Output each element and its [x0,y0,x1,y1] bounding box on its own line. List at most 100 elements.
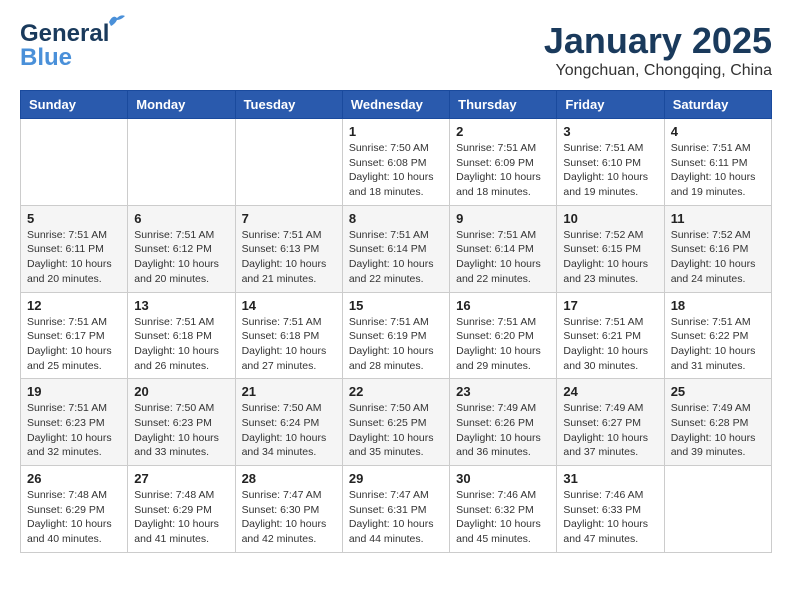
day-info: Sunrise: 7:46 AMSunset: 6:32 PMDaylight:… [456,488,550,547]
weekday-header-friday: Friday [557,91,664,119]
day-number: 23 [456,384,550,399]
weekday-header-sunday: Sunday [21,91,128,119]
day-info: Sunrise: 7:51 AMSunset: 6:21 PMDaylight:… [563,315,657,374]
calendar-week-row: 1Sunrise: 7:50 AMSunset: 6:08 PMDaylight… [21,119,772,206]
weekday-header-row: SundayMondayTuesdayWednesdayThursdayFrid… [21,91,772,119]
day-info: Sunrise: 7:46 AMSunset: 6:33 PMDaylight:… [563,488,657,547]
location: Yongchuan, Chongqing, China [544,62,772,80]
month-title: January 2025 [544,20,772,62]
weekday-header-monday: Monday [128,91,235,119]
calendar-day-20: 20 Sunrise: 7:50 AMSunset: 6:23 PMDayligh… [128,379,235,466]
calendar-day-28: 28Sunrise: 7:47 AMSunset: 6:30 PMDayligh… [235,466,342,553]
calendar-day-6: 6 Sunrise: 7:51 AMSunset: 6:12 PMDaylight… [128,205,235,292]
page-header: General Blue January 2025 Yongchuan, Cho… [20,20,772,80]
calendar-day-11: 11 Sunrise: 7:52 AMSunset: 6:16 PMDayligh… [664,205,771,292]
day-number: 11 [671,211,765,226]
calendar-day-4: 4 Sunrise: 7:51 AMSunset: 6:11 PMDaylight… [664,119,771,206]
day-info: Sunrise: 7:51 AMSunset: 6:19 PMDaylight:… [349,315,443,374]
day-info: Sunrise: 7:51 AMSunset: 6:22 PMDaylight:… [671,315,765,374]
day-number: 16 [456,298,550,313]
calendar-day-17: 17 Sunrise: 7:51 AMSunset: 6:21 PMDayligh… [557,292,664,379]
calendar-day-8: 8 Sunrise: 7:51 AMSunset: 6:14 PMDaylight… [342,205,449,292]
calendar-week-row: 19Sunrise: 7:51 AMSunset: 6:23 PMDayligh… [21,379,772,466]
calendar-day-15: 15 Sunrise: 7:51 AMSunset: 6:19 PMDayligh… [342,292,449,379]
calendar-day-23: 23Sunrise: 7:49 AMSunset: 6:26 PMDayligh… [450,379,557,466]
day-number: 26 [27,471,121,486]
day-number: 21 [242,384,336,399]
calendar-day-9: 9 Sunrise: 7:51 AMSunset: 6:14 PMDaylight… [450,205,557,292]
calendar-day-3: 3 Sunrise: 7:51 AMSunset: 6:10 PMDaylight… [557,119,664,206]
calendar-empty-cell [21,119,128,206]
day-number: 12 [27,298,121,313]
day-info: Sunrise: 7:52 AMSunset: 6:16 PMDaylight:… [671,228,765,287]
calendar-day-21: 21Sunrise: 7:50 AMSunset: 6:24 PMDayligh… [235,379,342,466]
day-number: 15 [349,298,443,313]
calendar-day-25: 25Sunrise: 7:49 AMSunset: 6:28 PMDayligh… [664,379,771,466]
calendar-day-7: 7 Sunrise: 7:51 AMSunset: 6:13 PMDaylight… [235,205,342,292]
calendar-day-31: 31 Sunrise: 7:46 AMSunset: 6:33 PMDayligh… [557,466,664,553]
day-number: 9 [456,211,550,226]
day-number: 24 [563,384,657,399]
day-info: Sunrise: 7:48 AMSunset: 6:29 PMDaylight:… [134,488,228,547]
calendar-week-row: 5 Sunrise: 7:51 AMSunset: 6:11 PMDaylight… [21,205,772,292]
weekday-header-tuesday: Tuesday [235,91,342,119]
day-number: 13 [134,298,228,313]
day-number: 22 [349,384,443,399]
day-info: Sunrise: 7:51 AMSunset: 6:12 PMDaylight:… [134,228,228,287]
weekday-header-thursday: Thursday [450,91,557,119]
day-info: Sunrise: 7:51 AMSunset: 6:23 PMDaylight:… [27,401,121,460]
day-number: 29 [349,471,443,486]
calendar-day-24: 24 Sunrise: 7:49 AMSunset: 6:27 PMDayligh… [557,379,664,466]
calendar-day-29: 29 Sunrise: 7:47 AMSunset: 6:31 PMDayligh… [342,466,449,553]
day-info: Sunrise: 7:48 AMSunset: 6:29 PMDaylight:… [27,488,121,547]
calendar-empty-cell [128,119,235,206]
calendar-day-2: 2 Sunrise: 7:51 AMSunset: 6:09 PMDaylight… [450,119,557,206]
day-number: 30 [456,471,550,486]
day-info: Sunrise: 7:47 AMSunset: 6:31 PMDaylight:… [349,488,443,547]
day-number: 28 [242,471,336,486]
calendar-day-27: 27Sunrise: 7:48 AMSunset: 6:29 PMDayligh… [128,466,235,553]
day-info: Sunrise: 7:51 AMSunset: 6:11 PMDaylight:… [671,141,765,200]
day-info: Sunrise: 7:49 AMSunset: 6:27 PMDaylight:… [563,401,657,460]
calendar-empty-cell [235,119,342,206]
calendar-day-22: 22 Sunrise: 7:50 AMSunset: 6:25 PMDayligh… [342,379,449,466]
calendar-day-13: 13 Sunrise: 7:51 AMSunset: 6:18 PMDayligh… [128,292,235,379]
day-number: 1 [349,124,443,139]
day-number: 7 [242,211,336,226]
day-number: 6 [134,211,228,226]
day-info: Sunrise: 7:51 AMSunset: 6:14 PMDaylight:… [349,228,443,287]
day-info: Sunrise: 7:50 AMSunset: 6:23 PMDaylight:… [134,401,228,460]
day-number: 31 [563,471,657,486]
calendar-day-30: 30 Sunrise: 7:46 AMSunset: 6:32 PMDayligh… [450,466,557,553]
day-number: 10 [563,211,657,226]
weekday-header-saturday: Saturday [664,91,771,119]
calendar-day-18: 18Sunrise: 7:51 AMSunset: 6:22 PMDayligh… [664,292,771,379]
calendar-day-5: 5 Sunrise: 7:51 AMSunset: 6:11 PMDaylight… [21,205,128,292]
day-number: 2 [456,124,550,139]
day-info: Sunrise: 7:52 AMSunset: 6:15 PMDaylight:… [563,228,657,287]
day-number: 3 [563,124,657,139]
day-info: Sunrise: 7:51 AMSunset: 6:14 PMDaylight:… [456,228,550,287]
day-number: 25 [671,384,765,399]
weekday-header-wednesday: Wednesday [342,91,449,119]
day-number: 17 [563,298,657,313]
day-info: Sunrise: 7:51 AMSunset: 6:18 PMDaylight:… [134,315,228,374]
calendar-empty-cell [664,466,771,553]
day-info: Sunrise: 7:51 AMSunset: 6:17 PMDaylight:… [27,315,121,374]
logo-bird-icon [107,12,127,30]
day-number: 4 [671,124,765,139]
day-info: Sunrise: 7:51 AMSunset: 6:10 PMDaylight:… [563,141,657,200]
day-number: 5 [27,211,121,226]
calendar-day-1: 1Sunrise: 7:50 AMSunset: 6:08 PMDaylight… [342,119,449,206]
logo-general: General [20,20,109,47]
day-info: Sunrise: 7:51 AMSunset: 6:11 PMDaylight:… [27,228,121,287]
day-info: Sunrise: 7:50 AMSunset: 6:25 PMDaylight:… [349,401,443,460]
day-number: 8 [349,211,443,226]
day-info: Sunrise: 7:51 AMSunset: 6:13 PMDaylight:… [242,228,336,287]
calendar-table: SundayMondayTuesdayWednesdayThursdayFrid… [20,90,772,553]
calendar-week-row: 12 Sunrise: 7:51 AMSunset: 6:17 PMDayligh… [21,292,772,379]
day-number: 14 [242,298,336,313]
calendar-day-12: 12 Sunrise: 7:51 AMSunset: 6:17 PMDayligh… [21,292,128,379]
day-info: Sunrise: 7:51 AMSunset: 6:09 PMDaylight:… [456,141,550,200]
day-number: 20 [134,384,228,399]
